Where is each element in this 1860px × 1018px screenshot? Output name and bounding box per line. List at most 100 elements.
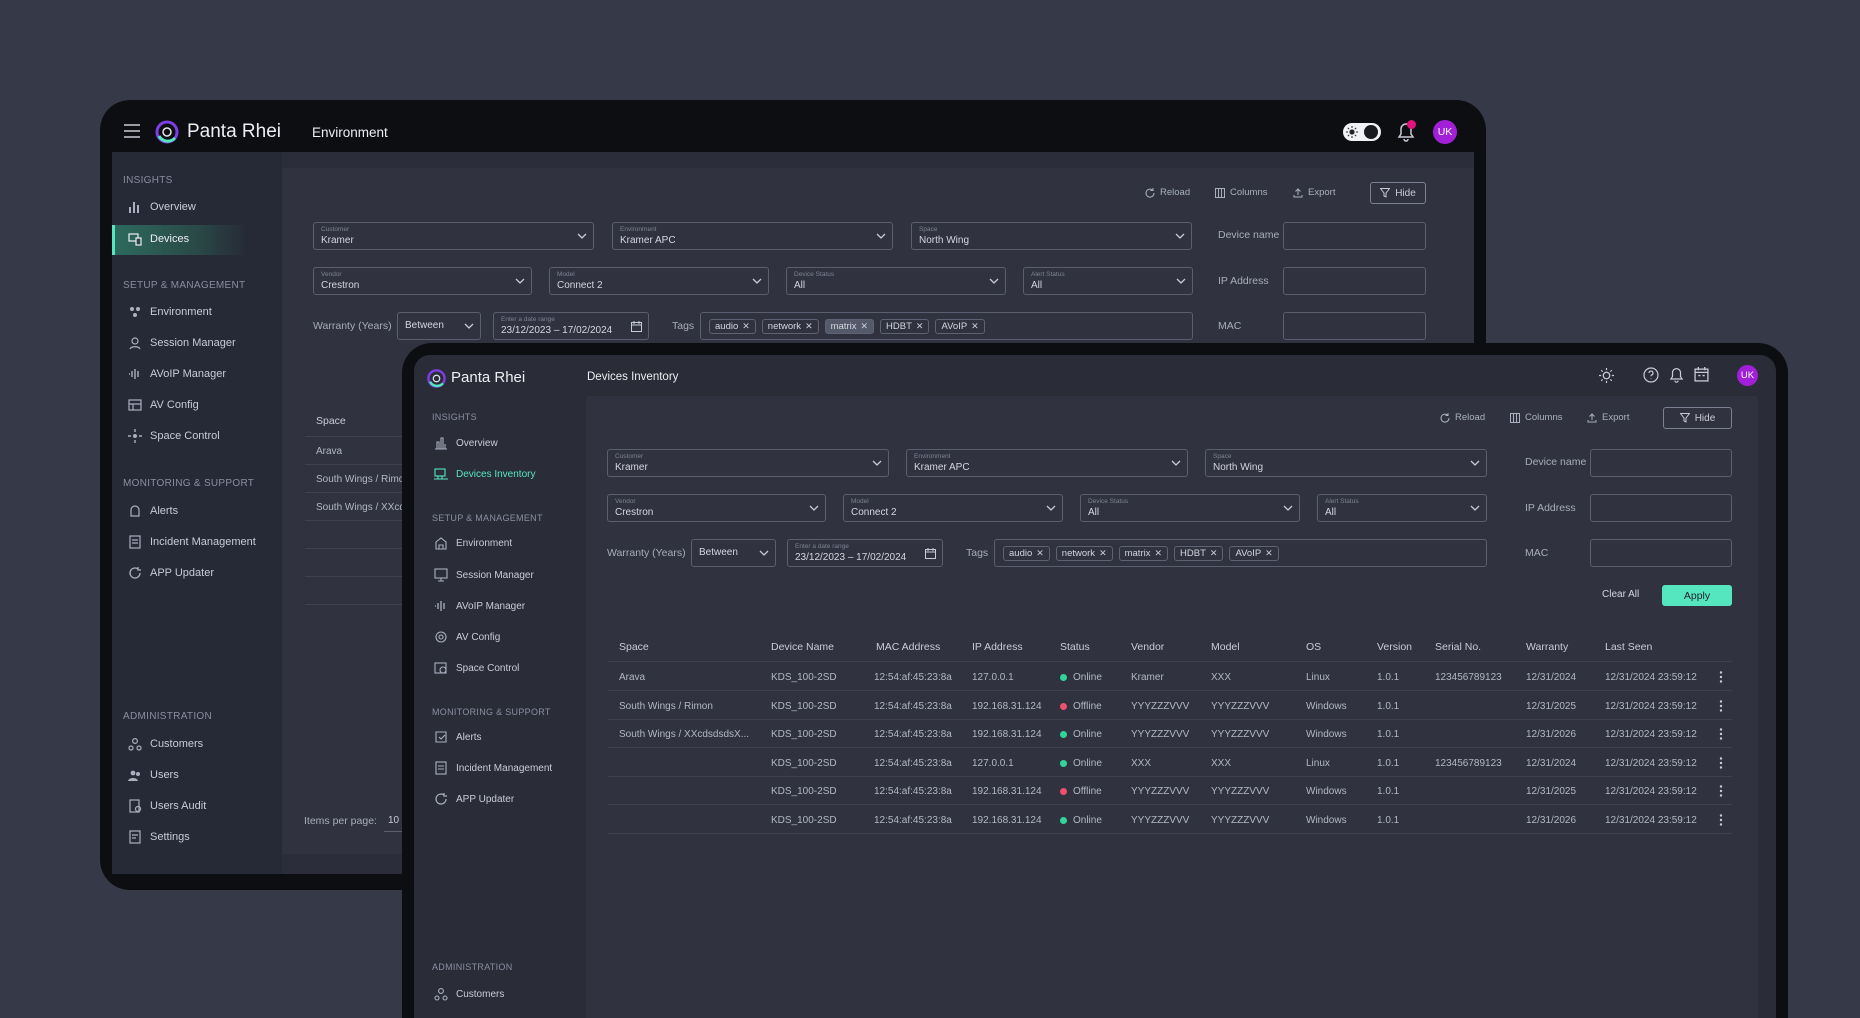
- column-header-version[interactable]: Version: [1377, 641, 1412, 653]
- space-select[interactable]: Space North Wing: [1205, 449, 1487, 477]
- sidebar-item-customers[interactable]: Customers: [128, 733, 203, 755]
- warranty-operator-select[interactable]: Between: [397, 312, 481, 340]
- customer-select[interactable]: Customer Kramer: [607, 449, 889, 477]
- date-range-input[interactable]: Enter a date range 23/12/2023 – 17/02/20…: [493, 312, 649, 340]
- warranty-operator-select[interactable]: Between: [691, 539, 776, 567]
- alert-status-select[interactable]: Alert Status All: [1023, 267, 1193, 295]
- column-header-mac[interactable]: MAC Address: [876, 641, 940, 653]
- tag-chip[interactable]: HDBT ✕: [880, 319, 930, 334]
- help-icon[interactable]: [1643, 367, 1659, 383]
- tag-chip[interactable]: audio ✕: [1003, 546, 1050, 561]
- calendar-icon[interactable]: [631, 321, 642, 332]
- column-header-os[interactable]: OS: [1306, 641, 1321, 653]
- more-vertical-icon[interactable]: [1719, 671, 1723, 683]
- sidebar-item-overview[interactable]: Overview: [434, 432, 498, 454]
- clear-all-button[interactable]: Clear All: [1602, 589, 1639, 600]
- hide-filters-button[interactable]: Hide: [1663, 407, 1732, 429]
- remove-tag-icon[interactable]: ✕: [971, 321, 979, 332]
- sidebar-item-incident-management[interactable]: Incident Management: [128, 531, 256, 553]
- remove-tag-icon[interactable]: ✕: [1154, 548, 1162, 559]
- column-header-last-seen[interactable]: Last Seen: [1605, 641, 1652, 653]
- remove-tag-icon[interactable]: ✕: [860, 321, 868, 332]
- avatar[interactable]: UK: [1433, 120, 1457, 144]
- table-row[interactable]: South Wings / XXcdsdsdsX: [305, 493, 405, 521]
- tag-chip[interactable]: AVoIP ✕: [935, 319, 985, 334]
- sidebar-item-overview[interactable]: Overview: [128, 196, 196, 218]
- hide-filters-button[interactable]: Hide: [1370, 182, 1426, 204]
- sidebar-item-alerts[interactable]: Alerts: [434, 726, 482, 748]
- tag-chip[interactable]: network ✕: [761, 319, 819, 334]
- vendor-select[interactable]: Vendor Crestron: [313, 267, 532, 295]
- column-header-device-name[interactable]: Device Name: [771, 641, 834, 653]
- sidebar-item-environment[interactable]: Environment: [434, 532, 512, 554]
- table-row[interactable]: South Wings / Rimon KDS_100-2SD 12:54:af:4…: [608, 692, 1732, 720]
- tag-chip[interactable]: AVoIP ✕: [1229, 546, 1279, 561]
- sidebar-item-users-audit[interactable]: Users Audit: [128, 795, 206, 817]
- sidebar-item-incident-management[interactable]: Incident Management: [434, 757, 552, 779]
- sidebar-item-avoip-manager[interactable]: AVoIP Manager: [434, 595, 525, 617]
- sidebar-item-space-control[interactable]: Space Control: [434, 657, 519, 679]
- alert-status-select[interactable]: Alert Status All: [1317, 494, 1487, 522]
- more-vertical-icon[interactable]: [1719, 756, 1723, 769]
- column-header-ip[interactable]: IP Address: [972, 641, 1023, 653]
- sidebar-item-avoip-manager[interactable]: AVoIP Manager: [128, 363, 226, 385]
- sidebar-item-users[interactable]: Users: [128, 764, 179, 786]
- sun-icon[interactable]: [1599, 368, 1614, 383]
- customer-select[interactable]: Customer Kramer: [313, 222, 594, 250]
- tag-chip[interactable]: HDBT ✕: [1174, 546, 1224, 561]
- mac-input[interactable]: [1590, 539, 1732, 567]
- columns-button[interactable]: Columns: [1510, 412, 1563, 423]
- column-header-model[interactable]: Model: [1211, 641, 1240, 653]
- sidebar-item-environment[interactable]: Environment: [128, 301, 212, 323]
- remove-tag-icon[interactable]: ✕: [1036, 548, 1044, 559]
- calendar-icon[interactable]: [925, 548, 936, 559]
- table-row[interactable]: KDS_100-2SD 12:54:af:45:23:8a 192.168.31.1…: [608, 777, 1732, 805]
- sidebar-item-app-updater[interactable]: APP Updater: [128, 562, 214, 584]
- tag-chip[interactable]: audio ✕: [709, 319, 756, 334]
- vendor-select[interactable]: Vendor Crestron: [607, 494, 826, 522]
- avatar[interactable]: UK: [1737, 365, 1758, 386]
- sidebar-item-devices-inventory[interactable]: Devices Inventory: [434, 463, 535, 485]
- sidebar-item-settings[interactable]: Settings: [128, 826, 190, 848]
- more-vertical-icon[interactable]: [1719, 813, 1723, 826]
- column-header-vendor[interactable]: Vendor: [1131, 641, 1164, 653]
- sidebar-item-alerts[interactable]: Alerts: [128, 500, 178, 522]
- table-header-cell[interactable]: Space: [305, 405, 405, 437]
- remove-tag-icon[interactable]: ✕: [1210, 548, 1218, 559]
- export-button[interactable]: Export: [1293, 187, 1335, 198]
- tag-chip[interactable]: network ✕: [1055, 546, 1113, 561]
- sidebar-item-av-config[interactable]: AV Config: [128, 394, 199, 416]
- table-row[interactable]: KDS_100-2SD 12:54:af:45:23:8a 127.0.0.1 Onl…: [608, 749, 1732, 777]
- mac-input[interactable]: [1283, 312, 1426, 340]
- more-vertical-icon[interactable]: [1719, 728, 1723, 740]
- model-select[interactable]: Model Connect 2: [843, 494, 1063, 522]
- tag-chip[interactable]: matrix ✕: [1118, 546, 1169, 561]
- column-header-status[interactable]: Status: [1060, 641, 1090, 653]
- table-row[interactable]: Arava KDS_100-2SD 12:54:af:45:23:8a 127.0.0…: [608, 663, 1732, 691]
- remove-tag-icon[interactable]: ✕: [916, 321, 924, 332]
- more-vertical-icon[interactable]: [1719, 699, 1723, 712]
- tags-input[interactable]: audio ✕ network ✕ matrix ✕ HDBT ✕ AVoIP ✕: [700, 312, 1193, 340]
- sidebar-item-session-manager[interactable]: Session Manager: [128, 332, 236, 354]
- date-range-input[interactable]: Enter a date range 23/12/2023 – 17/02/20…: [787, 539, 943, 567]
- reload-button[interactable]: Reload: [1440, 412, 1485, 423]
- remove-tag-icon[interactable]: ✕: [742, 321, 750, 332]
- table-row[interactable]: Arava: [305, 437, 405, 465]
- apply-button[interactable]: Apply: [1662, 585, 1732, 606]
- calendar-icon[interactable]: [1694, 367, 1709, 382]
- table-row[interactable]: South Wings / XXcdsdsdsX... KDS_100-2SD 12…: [608, 720, 1732, 748]
- sidebar-item-session-manager[interactable]: Session Manager: [434, 564, 534, 586]
- theme-toggle[interactable]: [1343, 123, 1381, 141]
- column-header-space[interactable]: Space: [619, 641, 649, 653]
- sidebar-item-space-control[interactable]: Space Control: [128, 425, 220, 447]
- device-status-select[interactable]: Device Status All: [1080, 494, 1300, 522]
- column-header-warranty[interactable]: Warranty: [1526, 641, 1568, 653]
- environment-select[interactable]: Environment Kramer APC: [906, 449, 1188, 477]
- table-row[interactable]: South Wings / Rimon: [305, 465, 405, 493]
- export-button[interactable]: Export: [1587, 412, 1629, 423]
- ip-address-input[interactable]: [1590, 494, 1732, 522]
- tags-input[interactable]: audio ✕ network ✕ matrix ✕ HDBT ✕ AVoIP ✕: [994, 539, 1487, 567]
- ip-address-input[interactable]: [1283, 267, 1426, 295]
- tag-chip-selected[interactable]: matrix ✕: [824, 319, 875, 334]
- space-select[interactable]: Space North Wing: [911, 222, 1192, 250]
